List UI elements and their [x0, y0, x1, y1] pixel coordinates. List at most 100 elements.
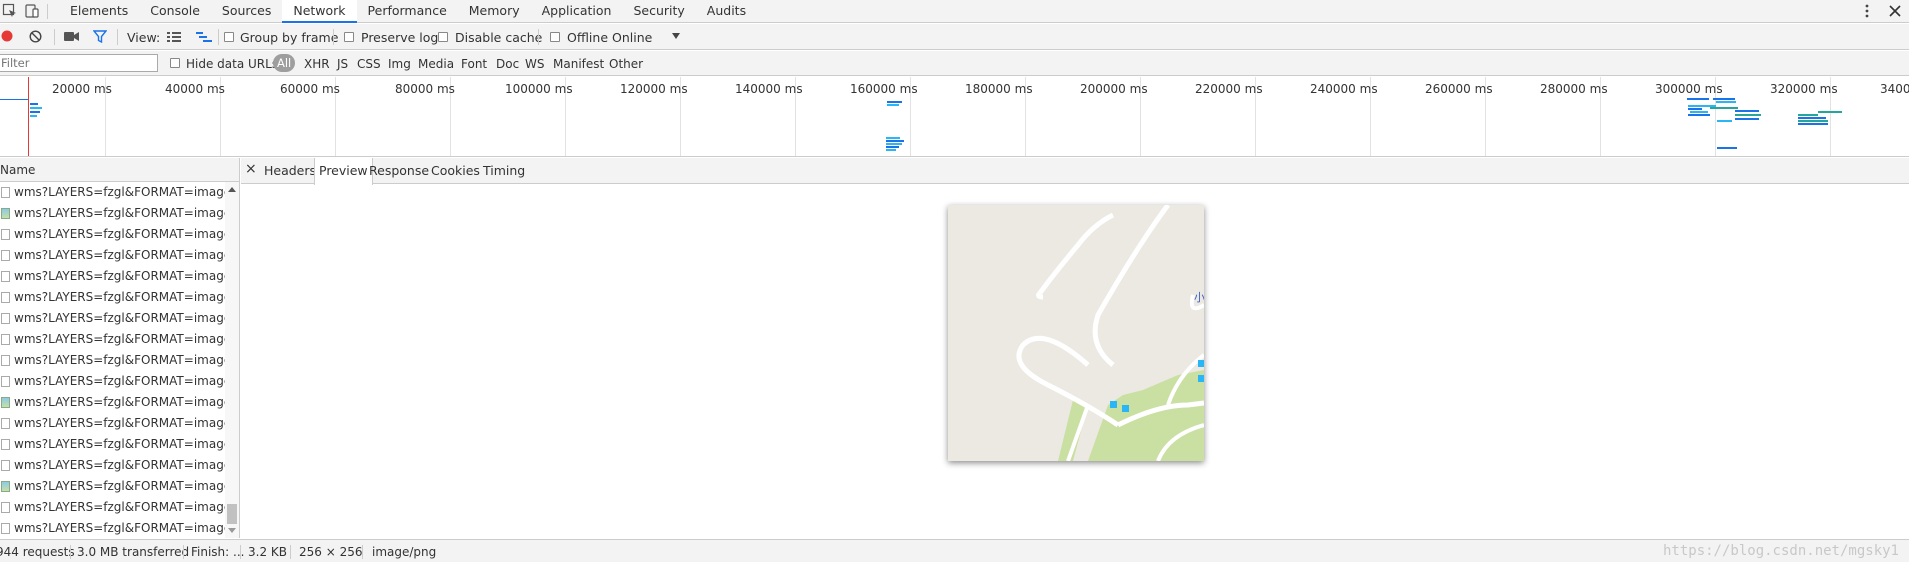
- timeline-bar: [30, 103, 38, 105]
- file-icon: [1, 229, 10, 240]
- preserve-log-label: Preserve log: [361, 30, 439, 45]
- filter-type-css[interactable]: CSS: [357, 57, 381, 71]
- transferred-size: 3.0 MB transferred: [77, 545, 190, 559]
- request-row[interactable]: wms?LAYERS=fzgl&FORMAT=image%2: [0, 518, 239, 538]
- disable-cache-checkbox[interactable]: [438, 32, 448, 42]
- request-row[interactable]: wms?LAYERS=fzgl&FORMAT=image%2: [0, 350, 239, 371]
- devtools-tabbar: Elements Console Sources Network Perform…: [0, 0, 1909, 23]
- request-name: wms?LAYERS=fzgl&FORMAT=image%2: [14, 437, 240, 451]
- timeline-bar: [886, 137, 900, 139]
- request-row[interactable]: wms?LAYERS=fzgl&FORMAT=image%2: [0, 287, 239, 308]
- request-row[interactable]: wms?LAYERS=fzgl&FORMAT=image%2: [0, 497, 239, 518]
- request-details-panel: × Headers Preview Response Cookies Timin…: [241, 158, 1909, 538]
- request-row[interactable]: wms?LAYERS=fzgl&FORMAT=image%2: [0, 434, 239, 455]
- request-name: wms?LAYERS=fzgl&FORMAT=image%2: [14, 227, 240, 241]
- offline-checkbox[interactable]: [550, 32, 560, 42]
- image-file-icon: [1, 208, 10, 219]
- file-icon: [1, 376, 10, 387]
- filter-type-xhr[interactable]: XHR: [304, 57, 330, 71]
- request-row[interactable]: wms?LAYERS=fzgl&FORMAT=image%2: [0, 245, 239, 266]
- group-by-frame-label: Group by frame: [240, 30, 339, 45]
- timeline-bar: [887, 101, 902, 103]
- group-by-frame-checkbox[interactable]: [224, 32, 234, 42]
- tab-console[interactable]: Console: [139, 0, 211, 23]
- tab-timing[interactable]: Timing: [479, 158, 529, 184]
- tab-performance[interactable]: Performance: [357, 0, 458, 23]
- tab-cookies[interactable]: Cookies: [427, 158, 484, 184]
- tab-preview[interactable]: Preview: [314, 158, 373, 185]
- file-icon: [1, 334, 10, 345]
- filter-type-js[interactable]: JS: [337, 57, 348, 71]
- request-row[interactable]: wms?LAYERS=fzgl&FORMAT=image%2: [0, 392, 239, 413]
- name-column-header[interactable]: Name: [0, 158, 239, 182]
- scroll-up-icon[interactable]: [228, 187, 236, 192]
- overview-timeline[interactable]: 20000 ms 40000 ms 60000 ms 80000 ms 1000…: [0, 77, 1909, 157]
- record-icon[interactable]: [1, 30, 13, 42]
- filter-type-other[interactable]: Other: [609, 57, 643, 71]
- request-row[interactable]: wms?LAYERS=fzgl&FORMAT=image%2: [0, 203, 239, 224]
- preview-area: 小: [241, 185, 1909, 538]
- request-row[interactable]: wms?LAYERS=fzgl&FORMAT=image%2: [0, 329, 239, 350]
- map-tile-preview: 小: [948, 205, 1204, 461]
- filter-type-ws[interactable]: WS: [525, 57, 544, 71]
- filter-type-all[interactable]: All: [273, 54, 296, 72]
- timeline-label: 320000 ms: [1770, 82, 1838, 96]
- filter-type-img[interactable]: Img: [388, 57, 411, 71]
- hide-data-urls-checkbox[interactable]: [170, 58, 180, 68]
- image-file-icon: [1, 481, 10, 492]
- request-row[interactable]: wms?LAYERS=fzgl&FORMAT=image%2: [0, 224, 239, 245]
- scroll-down-icon[interactable]: [228, 528, 236, 533]
- large-rows-icon[interactable]: [167, 31, 181, 43]
- filter-input[interactable]: [0, 54, 158, 72]
- filter-type-manifest[interactable]: Manifest: [553, 57, 604, 71]
- map-tile-graphic: 小: [948, 205, 1204, 461]
- chevron-down-icon[interactable]: [672, 33, 680, 39]
- timeline-label: 100000 ms: [505, 82, 573, 96]
- filter-type-media[interactable]: Media: [418, 57, 454, 71]
- status-separator: [290, 545, 291, 559]
- close-details-icon[interactable]: ×: [245, 161, 257, 177]
- tab-security[interactable]: Security: [622, 0, 695, 23]
- filter-type-font[interactable]: Font: [461, 57, 487, 71]
- request-row[interactable]: wms?LAYERS=fzgl&FORMAT=image%2: [0, 371, 239, 392]
- timeline-bar: [1717, 120, 1732, 122]
- file-icon: [1, 292, 10, 303]
- timeline-bar: [886, 143, 902, 145]
- status-bar: 944 requests 3.0 MB transferred Finish: …: [0, 539, 1909, 562]
- filter-icon[interactable]: [93, 30, 107, 43]
- preserve-log-checkbox[interactable]: [344, 32, 354, 42]
- timeline-label: 160000 ms: [850, 82, 918, 96]
- timeline-label: 3400: [1880, 82, 1909, 96]
- file-icon: [1, 502, 10, 513]
- request-list-scrollbar[interactable]: [225, 182, 239, 538]
- close-devtools-icon[interactable]: [1888, 4, 1902, 18]
- request-row[interactable]: wms?LAYERS=fzgl&FORMAT=image%2: [0, 308, 239, 329]
- request-row[interactable]: wms?LAYERS=fzgl&FORMAT=image%2: [0, 455, 239, 476]
- inspect-element-icon[interactable]: [2, 3, 18, 19]
- capture-screenshots-icon[interactable]: [64, 31, 79, 42]
- throttling-select[interactable]: Online: [612, 30, 652, 45]
- device-toolbar-icon[interactable]: [24, 3, 40, 19]
- filter-type-doc[interactable]: Doc: [496, 57, 519, 71]
- tab-network[interactable]: Network: [282, 0, 357, 23]
- tab-headers[interactable]: Headers: [260, 158, 320, 184]
- request-name: wms?LAYERS=fzgl&FORMAT=image%2: [14, 290, 240, 304]
- request-row[interactable]: wms?LAYERS=fzgl&FORMAT=image%2: [0, 413, 239, 434]
- request-name: wms?LAYERS=fzgl&FORMAT=image%2: [14, 479, 240, 493]
- waterfall-icon[interactable]: [196, 31, 212, 43]
- more-options-icon[interactable]: [1862, 3, 1872, 19]
- tab-application[interactable]: Application: [531, 0, 623, 23]
- timeline-label: 300000 ms: [1655, 82, 1723, 96]
- tab-sources[interactable]: Sources: [211, 0, 282, 23]
- tab-elements[interactable]: Elements: [59, 0, 139, 23]
- tab-audits[interactable]: Audits: [696, 0, 757, 23]
- request-row[interactable]: wms?LAYERS=fzgl&FORMAT=image%2: [0, 476, 239, 497]
- file-icon: [1, 460, 10, 471]
- request-row[interactable]: wms?LAYERS=fzgl&FORMAT=image%2: [0, 266, 239, 287]
- timeline-bar: [1735, 118, 1759, 120]
- request-row[interactable]: wms?LAYERS=fzgl&FORMAT=image%2: [0, 182, 239, 203]
- clear-icon[interactable]: [29, 30, 42, 43]
- tab-memory[interactable]: Memory: [458, 0, 531, 23]
- tab-response[interactable]: Response: [365, 158, 433, 184]
- scrollbar-thumb[interactable]: [227, 504, 237, 524]
